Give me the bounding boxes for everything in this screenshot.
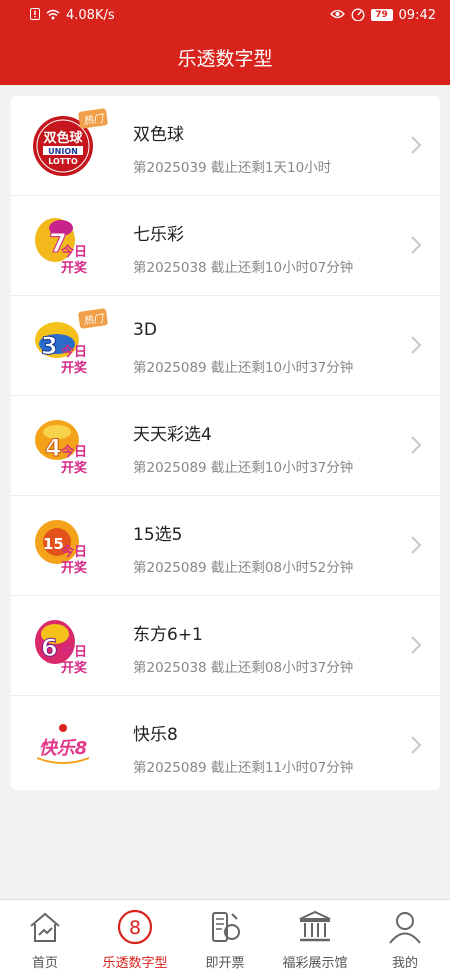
svg-text:今日: 今日 bbox=[60, 644, 87, 660]
user-icon bbox=[389, 912, 421, 944]
lottery-item-df61[interactable]: 6 今日 开奖 东方6+1 第2025038 截止还剩08小时37分钟 bbox=[11, 596, 440, 696]
chevron-right-icon bbox=[411, 336, 422, 354]
lottery-name: 3D bbox=[133, 320, 157, 340]
lottery-item-3d[interactable]: 3 今日 开奖 热门 3D 第2025089 截止还剩10小时37分钟 bbox=[11, 296, 440, 396]
title-bar: 乐透数字型 bbox=[0, 30, 450, 85]
hot-badge: 热门 bbox=[77, 108, 109, 129]
tab-label: 我的 bbox=[391, 956, 418, 971]
speedometer-icon bbox=[351, 8, 365, 23]
chevron-right-icon bbox=[411, 736, 422, 754]
lottery-name: 双色球 bbox=[133, 125, 184, 145]
svg-text:开奖: 开奖 bbox=[61, 260, 88, 276]
sim-alert-icon bbox=[30, 8, 40, 22]
lottery-item-kl8[interactable]: 快乐8 快乐8 第2025089 截止还剩11小时07分钟 bbox=[11, 696, 440, 790]
battery-indicator: 79 bbox=[370, 9, 393, 21]
ttcx4-logo-icon: 4 今日 开奖 bbox=[31, 414, 95, 478]
svg-text:今日: 今日 bbox=[60, 544, 87, 560]
instant-ticket-icon bbox=[212, 912, 240, 942]
lottery-name: 快乐8 bbox=[133, 725, 178, 745]
tab-mine[interactable]: 我的 bbox=[360, 900, 450, 975]
lottery-item-ssq[interactable]: 双色球 UNION LOTTO 热门 双色球 第2025039 截止还剩1天10… bbox=[11, 96, 440, 196]
bottom-tab-bar: 首页 8 乐透数字型 即开票 福彩展示馆 我的 bbox=[0, 899, 450, 975]
tab-museum[interactable]: 福彩展示馆 bbox=[270, 900, 360, 975]
svg-text:开奖: 开奖 bbox=[61, 360, 88, 376]
lottery-item-qlc[interactable]: 7 今日 开奖 七乐彩 第2025038 截止还剩10小时07分钟 bbox=[11, 196, 440, 296]
3d-logo-icon: 3 今日 开奖 热门 bbox=[31, 308, 109, 378]
svg-text:开奖: 开奖 bbox=[61, 460, 88, 476]
svg-text:UNION: UNION bbox=[48, 147, 78, 156]
chevron-right-icon bbox=[411, 436, 422, 454]
15x5-logo-icon: 15 今日 开奖 bbox=[31, 514, 95, 578]
lottery-list: 双色球 UNION LOTTO 热门 双色球 第2025039 截止还剩1天10… bbox=[11, 96, 440, 790]
chevron-right-icon bbox=[411, 136, 422, 154]
wifi-icon bbox=[46, 9, 60, 22]
svg-text:8: 8 bbox=[129, 917, 141, 939]
tab-label: 首页 bbox=[31, 956, 58, 971]
chevron-right-icon bbox=[411, 236, 422, 254]
network-speed: 4.08K/s bbox=[66, 7, 115, 23]
lottery-deadline: 第2025038 截止还剩08小时37分钟 bbox=[133, 660, 354, 676]
svg-text:开奖: 开奖 bbox=[61, 560, 88, 576]
lottery-item-15x5[interactable]: 15 今日 开奖 15选5 第2025089 截止还剩08小时52分钟 bbox=[11, 496, 440, 596]
tab-label: 乐透数字型 bbox=[102, 956, 168, 971]
home-icon bbox=[30, 912, 60, 942]
svg-text:今日: 今日 bbox=[60, 244, 87, 260]
chevron-right-icon bbox=[411, 536, 422, 554]
lottery-name: 15选5 bbox=[133, 525, 183, 545]
tab-label: 即开票 bbox=[205, 956, 245, 971]
qlc-logo-icon: 7 今日 开奖 bbox=[31, 214, 95, 278]
lottery-deadline: 第2025038 截止还剩10小时07分钟 bbox=[133, 260, 354, 276]
svg-text:快乐8: 快乐8 bbox=[39, 738, 88, 759]
ssq-logo-icon: 双色球 UNION LOTTO 热门 bbox=[31, 108, 109, 178]
svg-text:4: 4 bbox=[45, 434, 62, 462]
museum-icon bbox=[299, 910, 331, 942]
hot-badge: 热门 bbox=[77, 308, 109, 329]
tab-lotto[interactable]: 8 乐透数字型 bbox=[90, 900, 180, 975]
svg-text:LOTTO: LOTTO bbox=[48, 157, 78, 166]
tab-home[interactable]: 首页 bbox=[0, 900, 90, 975]
lottery-name: 七乐彩 bbox=[133, 225, 184, 245]
svg-text:3: 3 bbox=[41, 332, 58, 360]
tab-label: 福彩展示馆 bbox=[282, 956, 348, 971]
svg-text:今日: 今日 bbox=[60, 344, 87, 360]
lottery-deadline: 第2025089 截止还剩11小时07分钟 bbox=[133, 760, 354, 776]
df61-logo-icon: 6 今日 开奖 bbox=[31, 614, 95, 678]
lottery-deadline: 第2025089 截止还剩08小时52分钟 bbox=[133, 560, 354, 576]
chevron-right-icon bbox=[411, 636, 422, 654]
tab-instant[interactable]: 即开票 bbox=[180, 900, 270, 975]
lottery-deadline: 第2025089 截止还剩10小时37分钟 bbox=[133, 460, 354, 476]
svg-text:双色球: 双色球 bbox=[43, 130, 83, 146]
lotto-8-icon: 8 bbox=[117, 909, 153, 945]
lottery-item-ttcx4[interactable]: 4 今日 开奖 天天彩选4 第2025089 截止还剩10小时37分钟 bbox=[11, 396, 440, 496]
page-title: 乐透数字型 bbox=[177, 48, 273, 70]
status-bar: 4.08K/s 79 09:42 bbox=[0, 0, 450, 30]
svg-text:6: 6 bbox=[41, 634, 58, 662]
lottery-deadline: 第2025089 截止还剩10小时37分钟 bbox=[133, 360, 354, 376]
eye-icon bbox=[329, 9, 345, 21]
lottery-name: 天天彩选4 bbox=[133, 425, 212, 445]
lottery-name: 东方6+1 bbox=[133, 625, 203, 645]
clock: 09:42 bbox=[398, 7, 436, 23]
kl8-logo-icon: 快乐8 bbox=[31, 714, 95, 778]
svg-text:开奖: 开奖 bbox=[61, 660, 88, 676]
lottery-deadline: 第2025039 截止还剩1天10小时 bbox=[133, 160, 332, 176]
svg-text:今日: 今日 bbox=[60, 444, 87, 460]
